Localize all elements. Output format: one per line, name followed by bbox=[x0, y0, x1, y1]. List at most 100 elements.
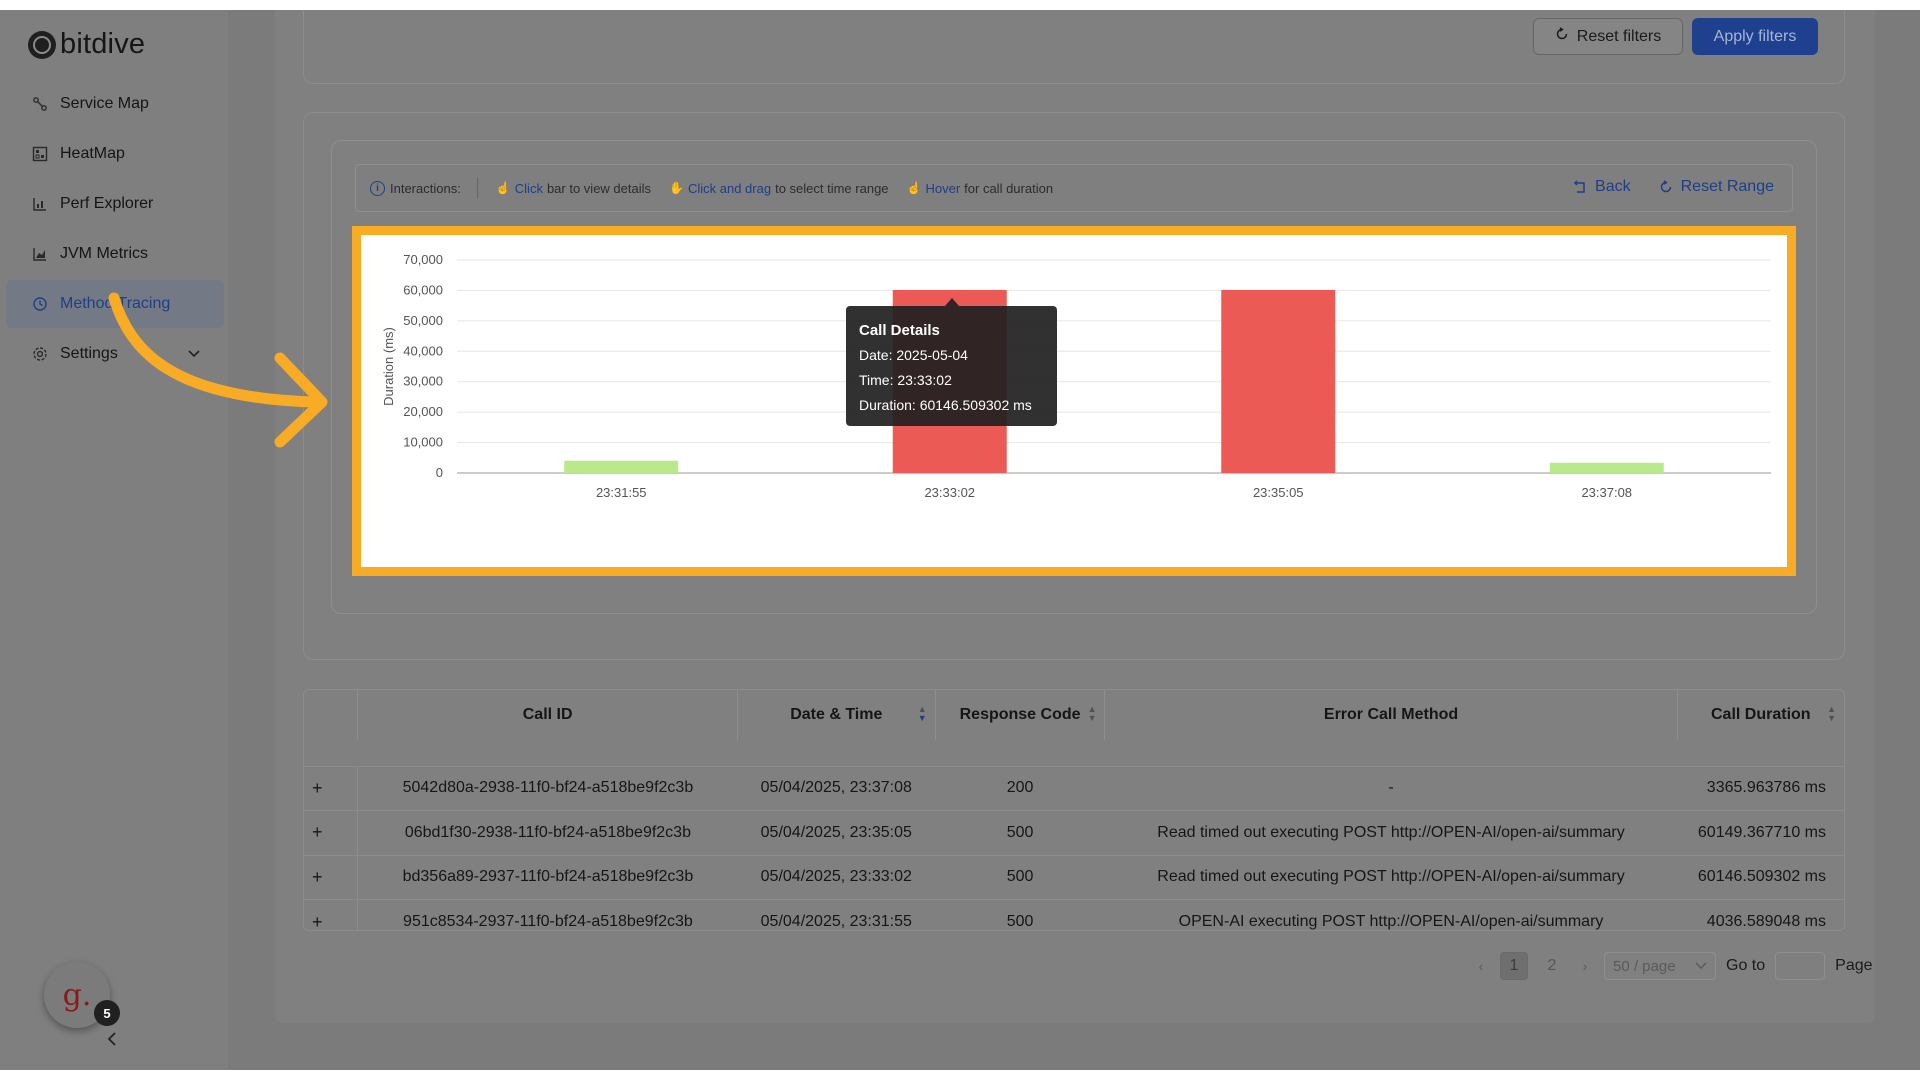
cell-date-time: 05/04/2025, 23:31:55 bbox=[737, 899, 936, 930]
service-map-icon bbox=[32, 96, 48, 112]
x-tick-label: 23:35:05 bbox=[1253, 485, 1304, 500]
sort-icon[interactable]: ▲ ▼ bbox=[1827, 705, 1836, 723]
hand-icon: ✋ bbox=[669, 181, 684, 195]
bottom-border bbox=[0, 1070, 1920, 1080]
cell-call-duration: 60149.367710 ms bbox=[1677, 810, 1844, 855]
table-row[interactable]: + bd356a89-2937-11f0-bf24-a518be9f2c3b 0… bbox=[304, 854, 1844, 900]
sort-icon[interactable]: ▲ ▼ bbox=[918, 705, 927, 723]
expand-row-button[interactable]: + bbox=[304, 854, 359, 900]
page-number[interactable]: 2 bbox=[1538, 952, 1566, 980]
expand-row-button[interactable]: + bbox=[304, 899, 359, 930]
goto-label: Go to bbox=[1726, 957, 1766, 974]
cell-date-time: 05/04/2025, 23:35:05 bbox=[737, 810, 936, 855]
duration-chart[interactable]: 0 10,000 20,000 30,000 40,000 50,000 60,000 70,… bbox=[352, 226, 1796, 576]
cell-date-time: 05/04/2025, 23:33:02 bbox=[737, 854, 936, 900]
table-row[interactable]: + 951c8534-2937-11f0-bf24-a518be9f2c3b 0… bbox=[304, 899, 1844, 930]
table-row[interactable]: + 5042d80a-2938-11f0-bf24-a518be9f2c3b 0… bbox=[304, 765, 1844, 811]
cell-response-code: 500 bbox=[935, 810, 1105, 855]
y-tick-label: 10,000 bbox=[403, 435, 443, 450]
column-header-error-call-method: Error Call Method bbox=[1104, 690, 1678, 740]
tooltip-date: Date: 2025-05-04 bbox=[859, 347, 968, 363]
reset-filters-button[interactable]: Reset filters bbox=[1533, 18, 1683, 55]
column-header-label: Call Duration bbox=[1711, 706, 1811, 723]
settings-icon bbox=[32, 346, 48, 362]
hint-click-action: Click bbox=[514, 180, 543, 196]
sidebar-item-perf-explorer[interactable]: Perf Explorer bbox=[6, 180, 224, 228]
chart-bar[interactable] bbox=[564, 460, 679, 473]
sidebar-item-service-map[interactable]: Service Map bbox=[6, 80, 224, 128]
apply-filters-button[interactable]: Apply filters bbox=[1692, 18, 1818, 55]
app-logo[interactable]: bitdive bbox=[28, 28, 145, 61]
sidebar-item-label: Service Map bbox=[60, 95, 149, 112]
column-header-label: Date & Time bbox=[790, 706, 883, 723]
sidebar-item-label: HeatMap bbox=[60, 145, 125, 162]
sidebar-item-label: JVM Metrics bbox=[60, 245, 148, 262]
pointer-icon: ☝ bbox=[495, 181, 511, 195]
cell-response-code: 500 bbox=[935, 899, 1105, 930]
hint-click: ☝ Click bar to view details bbox=[496, 181, 651, 196]
cell-call-duration: 4036.589048 ms bbox=[1677, 899, 1844, 930]
chart-bar[interactable] bbox=[1549, 462, 1664, 473]
hint-hover: ☝ Hover for call duration bbox=[907, 181, 1054, 196]
back-icon bbox=[1573, 180, 1585, 193]
column-header-label: Response Code bbox=[959, 706, 1081, 723]
column-header-date-time[interactable]: Date & Time ▲ ▼ bbox=[737, 690, 936, 740]
interactions-bar: i Interactions: ☝ Click bar to view deta… bbox=[355, 164, 1793, 212]
pointer-icon: ☝ bbox=[906, 181, 922, 195]
y-tick-label: 60,000 bbox=[403, 282, 443, 297]
tooltip-title: Call Details bbox=[859, 322, 940, 339]
page-number-current[interactable]: 1 bbox=[1500, 952, 1528, 980]
bar-chart-svg[interactable]: 0 10,000 20,000 30,000 40,000 50,000 60,000 70,… bbox=[361, 235, 1787, 567]
method-tracing-icon bbox=[32, 296, 48, 312]
prev-page-icon[interactable]: ‹ bbox=[1472, 958, 1490, 974]
cell-response-code: 200 bbox=[935, 765, 1105, 811]
page-size-value: 50 / page bbox=[1613, 957, 1676, 975]
calls-table: Call ID Date & Time ▲ ▼ Response Code ▲ ▼ … bbox=[303, 689, 1845, 931]
goto-page-input[interactable] bbox=[1775, 952, 1826, 980]
back-button[interactable]: Back bbox=[1573, 178, 1631, 196]
sort-icon[interactable]: ▲ ▼ bbox=[1088, 705, 1097, 723]
annotation-arrow-icon bbox=[108, 292, 328, 448]
pagination: ‹ 1 2 › 50 / page Go to Page bbox=[1472, 952, 1873, 980]
cell-call-duration: 3365.963786 ms bbox=[1677, 765, 1844, 811]
cell-call-id: 5042d80a-2938-11f0-bf24-a518be9f2c3b bbox=[357, 765, 738, 811]
expand-column-header bbox=[304, 690, 359, 740]
sidebar-item-jvm-metrics[interactable]: JVM Metrics bbox=[6, 230, 224, 278]
interactions-label-group: i Interactions: bbox=[356, 177, 478, 199]
hint-drag-text: to select time range bbox=[775, 180, 889, 196]
app-name: bitdive bbox=[60, 28, 146, 60]
x-tick-label: 23:33:02 bbox=[924, 485, 975, 500]
jvm-metrics-icon bbox=[32, 246, 48, 262]
sidebar-item-heatmap[interactable]: HeatMap bbox=[6, 130, 224, 178]
y-tick-label: 40,000 bbox=[403, 343, 443, 358]
cell-error-method: Read timed out executing POST http://OPE… bbox=[1104, 810, 1678, 855]
column-header-call-duration[interactable]: Call Duration ▲ ▼ bbox=[1677, 690, 1844, 740]
x-tick-label: 23:31:55 bbox=[596, 485, 647, 500]
cell-call-id: 951c8534-2937-11f0-bf24-a518be9f2c3b bbox=[357, 899, 738, 930]
chart-bar[interactable] bbox=[1221, 289, 1336, 473]
reset-range-button[interactable]: Reset Range bbox=[1659, 178, 1774, 196]
reset-filters-label: Reset filters bbox=[1576, 27, 1662, 45]
back-label: Back bbox=[1595, 178, 1631, 195]
x-tick-label: 23:37:08 bbox=[1581, 485, 1632, 500]
page-label: Page bbox=[1835, 957, 1873, 974]
table-row[interactable]: + 06bd1f30-2938-11f0-bf24-a518be9f2c3b 0… bbox=[304, 810, 1844, 855]
hint-drag-action: Click and drag bbox=[687, 180, 772, 196]
logo-icon bbox=[28, 30, 56, 59]
hint-drag: ✋ Click and drag to select time range bbox=[669, 181, 889, 196]
cell-call-id: bd356a89-2937-11f0-bf24-a518be9f2c3b bbox=[357, 854, 738, 900]
expand-row-button[interactable]: + bbox=[304, 765, 359, 811]
column-header-response-code[interactable]: Response Code ▲ ▼ bbox=[935, 690, 1106, 740]
expand-row-button[interactable]: + bbox=[304, 810, 359, 855]
collapse-sidebar-icon[interactable] bbox=[106, 1030, 118, 1053]
perf-explorer-icon bbox=[32, 196, 48, 212]
page-size-select[interactable]: 50 / page bbox=[1604, 952, 1716, 980]
chart-actions: Back Reset Range bbox=[1573, 178, 1774, 196]
y-tick-label: 0 bbox=[436, 465, 443, 480]
y-tick-label: 20,000 bbox=[403, 404, 443, 419]
hint-click-text: bar to view details bbox=[546, 180, 652, 196]
next-page-icon[interactable]: › bbox=[1576, 958, 1594, 974]
cell-error-method: OPEN-AI executing POST http://OPEN-AI/op… bbox=[1104, 899, 1678, 930]
chevron-down-icon bbox=[1695, 962, 1707, 970]
y-tick-label: 30,000 bbox=[403, 374, 443, 389]
